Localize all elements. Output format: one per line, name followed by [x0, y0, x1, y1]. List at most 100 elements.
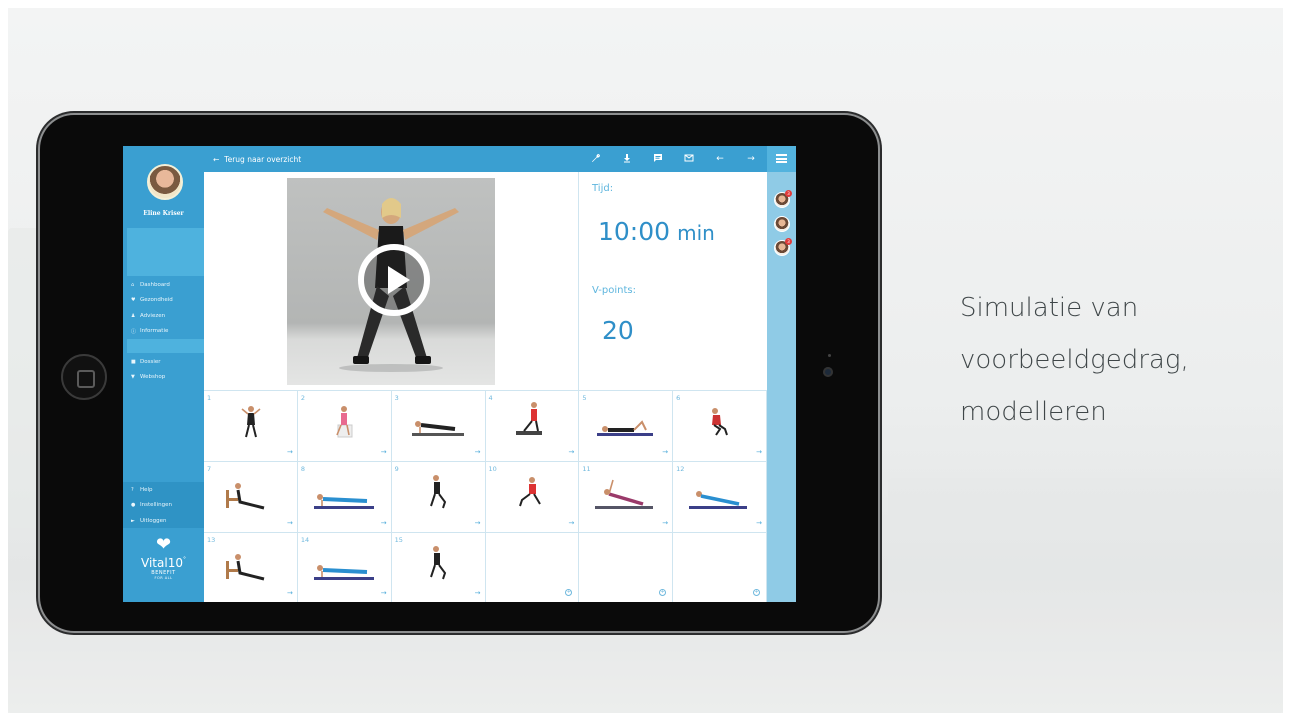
exercise-tile[interactable]: 14 → — [297, 533, 392, 602]
download-icon[interactable] — [619, 153, 635, 166]
arrow-right-icon[interactable]: → — [475, 589, 481, 597]
exercise-thumbnail — [313, 494, 374, 509]
user-avatar[interactable] — [147, 164, 183, 200]
logout-icon: ► — [131, 517, 135, 524]
exercise-tile[interactable]: 5 → — [579, 391, 674, 462]
empty-exercise-slot[interactable]: + — [485, 533, 580, 602]
exercise-tile[interactable]: 1 → — [204, 391, 298, 462]
heart-icon: ♥ — [131, 297, 136, 304]
vital10-logo[interactable]: ❤ Vital10° BENEFIT FOR ALL — [123, 534, 204, 581]
exercise-tile[interactable]: 11 → — [579, 462, 674, 533]
sidebar-item-uitloggen[interactable]: ► Uitloggen — [123, 513, 204, 529]
empty-exercise-slot[interactable]: + — [673, 533, 767, 602]
exercise-tile[interactable]: 10 → — [485, 462, 580, 533]
arrow-right-icon[interactable]: → — [662, 448, 668, 456]
arrow-right-icon[interactable]: → — [381, 448, 387, 456]
exercise-tile[interactable]: 13 → — [204, 533, 298, 602]
person-icon: ♟ — [131, 312, 136, 319]
exercise-tile[interactable]: 6 → — [673, 391, 767, 462]
arrow-right-icon[interactable]: → — [568, 448, 574, 456]
arrow-right-icon[interactable]: → — [287, 448, 293, 456]
wrench-icon[interactable] — [588, 153, 604, 166]
sidebar-footer-nav: ? Help ● Instellingen ► Uitloggen — [123, 482, 204, 528]
settings-icon: ● — [131, 502, 136, 509]
toolbar-actions: ← → — [588, 146, 759, 172]
home-icon: ⌂ — [131, 281, 135, 288]
video-panel — [204, 172, 578, 390]
exercise-thumbnail — [515, 402, 542, 435]
sidebar-item-instellingen[interactable]: ● Instellingen — [123, 498, 204, 514]
sidebar-item-label: Webshop — [140, 374, 166, 381]
play-button[interactable] — [358, 244, 430, 316]
notification-badge: 3 — [785, 238, 792, 245]
exercise-tile[interactable]: 9 → — [391, 462, 486, 533]
contact-avatar[interactable] — [774, 216, 790, 232]
add-circle-icon[interactable]: + — [565, 589, 573, 596]
exercise-tile[interactable]: 4 → — [485, 391, 580, 462]
exercise-video[interactable] — [287, 178, 495, 385]
mail-icon[interactable] — [681, 153, 697, 166]
exercise-tile[interactable]: 15 → — [391, 533, 486, 602]
sidebar-highlight-band — [127, 228, 204, 276]
back-to-overview-link[interactable]: ← Terug naar overzicht — [204, 155, 301, 164]
sidebar-item-help[interactable]: ? Help — [123, 482, 204, 498]
logo-registered-mark: ° — [182, 556, 186, 563]
add-circle-icon[interactable]: + — [753, 589, 760, 596]
sidebar-item-label: Informatie — [140, 328, 169, 335]
exercise-tile[interactable]: 12 → — [673, 462, 767, 533]
exercise-tile[interactable]: 2 → — [297, 391, 392, 462]
slide-caption: Simulatie van voorbeeldgedrag, modellere… — [960, 282, 1260, 438]
sidebar-item-gezondheid[interactable]: ♥ Gezondheid — [123, 293, 204, 309]
exercise-thumbnail — [429, 546, 446, 580]
sidebar-item-dossier[interactable]: ■ Dossier — [123, 354, 204, 370]
arrow-right-icon[interactable]: → — [743, 154, 759, 164]
exercise-tile[interactable]: 8 → — [297, 462, 392, 533]
arrow-right-icon[interactable]: → — [568, 519, 574, 527]
sidebar-item-dashboard[interactable]: ⌂ Dashboard — [123, 277, 204, 293]
arrow-right-icon[interactable]: → — [756, 519, 762, 527]
exercise-tile[interactable]: 7 → — [204, 462, 298, 533]
tablet-home-button — [61, 354, 107, 400]
arrow-right-icon[interactable]: → — [475, 448, 481, 456]
sidebar-item-label: Gezondheid — [140, 297, 173, 304]
exercise-thumbnail — [429, 475, 446, 509]
app-screen: Eline Kriser ⌂ Dashboard ♥ Gezondheid ♟ … — [123, 146, 796, 602]
exercise-thumbnail — [313, 565, 374, 580]
file-icon: ■ — [131, 358, 136, 365]
sidebar: Eline Kriser ⌂ Dashboard ♥ Gezondheid ♟ … — [123, 146, 204, 602]
arrow-right-icon[interactable]: → — [756, 448, 762, 456]
arrow-right-icon[interactable]: → — [287, 519, 293, 527]
arrow-left-icon[interactable]: ← — [712, 154, 728, 164]
arrow-right-icon[interactable]: → — [381, 589, 387, 597]
tablet-camera — [823, 367, 833, 377]
caption-line-3: modelleren — [960, 397, 1107, 427]
contact-avatar[interactable]: 3 — [774, 238, 792, 256]
points-value: 20 — [602, 316, 634, 345]
time-value: 10:00 — [598, 217, 671, 246]
exercise-tile[interactable]: 3 → — [391, 391, 486, 462]
sidebar-nav: ⌂ Dashboard ♥ Gezondheid ♟ Adviezen ⓘ In… — [123, 277, 204, 339]
back-link-label: Terug naar overzicht — [224, 154, 302, 164]
sidebar-item-label: Dashboard — [140, 281, 170, 288]
arrow-right-icon[interactable]: → — [662, 519, 668, 527]
empty-exercise-slot[interactable]: + — [579, 533, 674, 602]
hamburger-menu-icon[interactable] — [776, 154, 787, 163]
sidebar-item-adviezen[interactable]: ♟ Adviezen — [123, 308, 204, 324]
add-circle-icon[interactable]: + — [659, 589, 667, 596]
arrow-right-icon[interactable]: → — [287, 589, 293, 597]
logo-heart-icon: ❤ — [155, 534, 172, 555]
sidebar-item-label: Instellingen — [140, 502, 172, 509]
tablet-sensor — [828, 354, 831, 357]
exercise-thumbnail — [411, 421, 464, 436]
contact-avatar[interactable]: 3 — [774, 190, 792, 208]
exercise-thumbnail — [336, 406, 353, 438]
arrow-right-icon[interactable]: → — [475, 519, 481, 527]
sidebar-item-webshop[interactable]: ▼ Webshop — [123, 370, 204, 386]
points-label: V-points: — [592, 285, 636, 296]
arrow-right-icon[interactable]: → — [381, 519, 387, 527]
sidebar-item-label: Dossier — [140, 358, 161, 365]
sidebar-item-informatie[interactable]: ⓘ Informatie — [123, 324, 204, 340]
sidebar-divider-band — [127, 339, 204, 353]
exercise-thumbnail — [712, 408, 729, 436]
chat-icon[interactable] — [650, 153, 666, 166]
